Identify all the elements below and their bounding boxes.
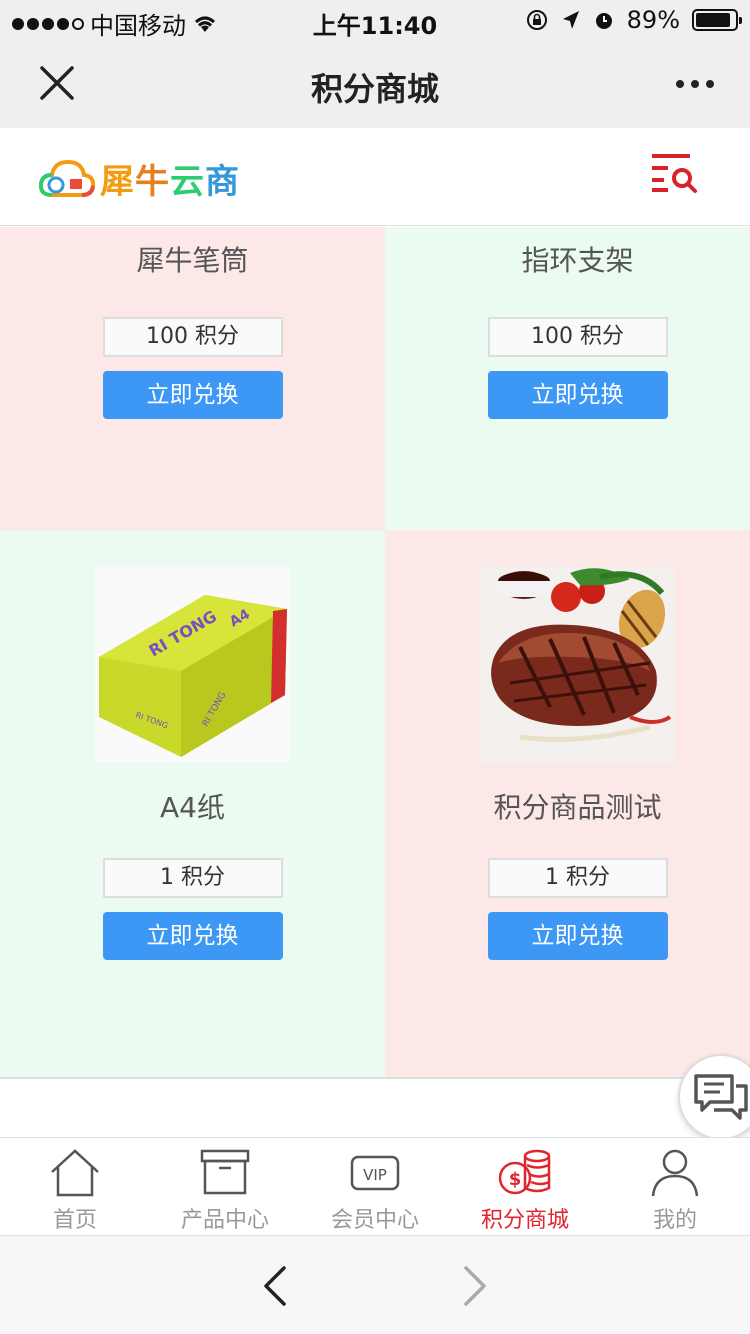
- product-points: 1 积分: [102, 858, 283, 898]
- logo-char: 云: [170, 162, 205, 202]
- more-button[interactable]: [670, 66, 720, 102]
- product-grid: 犀牛笔筒 100 积分 立即兑换 指环支架 100 积分 立即兑换 RI TON…: [0, 227, 750, 1077]
- battery-percent: 89%: [626, 6, 680, 34]
- svg-text:$: $: [509, 1169, 522, 1190]
- location-icon: [562, 11, 579, 29]
- redeem-button[interactable]: 立即兑换: [487, 371, 668, 419]
- tab-label: 首页: [52, 1208, 97, 1233]
- more-icon: [676, 80, 684, 88]
- vip-icon: VIP: [350, 1155, 400, 1191]
- status-right: 89%: [525, 6, 742, 34]
- redeem-button[interactable]: 立即兑换: [102, 912, 283, 960]
- product-points: 1 积分: [487, 858, 668, 898]
- cloud-logo-icon: [38, 159, 96, 197]
- close-icon: [40, 66, 74, 100]
- tab-home[interactable]: 首页: [0, 1138, 150, 1236]
- redeem-button[interactable]: 立即兑换: [487, 912, 668, 960]
- product-points: 100 积分: [487, 317, 668, 357]
- browser-toolbar: [0, 1235, 750, 1334]
- site-logo[interactable]: 犀牛云商: [38, 154, 240, 203]
- site-header: 犀牛云商: [0, 128, 750, 226]
- rotation-lock-icon: [526, 10, 547, 30]
- forward-button[interactable]: [454, 1264, 494, 1308]
- coins-icon: $: [498, 1149, 551, 1195]
- logo-char: 牛: [135, 162, 170, 202]
- tab-label: 产品中心: [180, 1208, 269, 1233]
- tab-member[interactable]: VIP 会员中心: [300, 1138, 450, 1236]
- product-name: 犀牛笔筒: [136, 244, 249, 277]
- logo-text: 犀牛云商: [100, 154, 240, 203]
- product-name: A4纸: [160, 791, 225, 824]
- customer-service-button[interactable]: [678, 1054, 750, 1140]
- logo-char: 商: [205, 162, 240, 202]
- tab-mine[interactable]: 我的: [600, 1138, 750, 1236]
- product-card: 指环支架 100 积分 立即兑换: [385, 227, 750, 530]
- bottom-tab-bar: 首页 产品中心 VIP 会员中心 $ 积分商城 我的: [0, 1137, 750, 1235]
- tab-products[interactable]: 产品中心: [150, 1138, 300, 1236]
- a4-paper-box-image[interactable]: RI TONG A4 RI TONG RI TONG: [95, 567, 290, 762]
- status-bar: 中国移动 上午11:40 89%: [0, 0, 750, 40]
- home-icon: [51, 1149, 99, 1197]
- tab-label: 积分商城: [480, 1208, 569, 1233]
- product-name: 指环支架: [521, 244, 634, 277]
- tab-points-mall[interactable]: $ 积分商城: [450, 1138, 600, 1236]
- product-points: 100 积分: [102, 317, 283, 357]
- product-name: 积分商品测试: [493, 791, 662, 824]
- vip-badge-text: VIP: [363, 1166, 387, 1184]
- back-button[interactable]: [256, 1264, 296, 1308]
- battery-icon: [692, 9, 742, 31]
- product-card: 积分商品测试 1 积分 立即兑换: [385, 530, 750, 1077]
- grid-bottom-divider: [0, 1077, 750, 1079]
- menu-search-button[interactable]: [650, 152, 698, 196]
- redeem-button[interactable]: 立即兑换: [102, 371, 283, 419]
- tab-label: 会员中心: [330, 1208, 419, 1233]
- close-button[interactable]: [36, 62, 78, 104]
- menu-search-icon: [652, 154, 697, 193]
- page-title: 积分商城: [310, 70, 439, 108]
- chevron-right-icon: [464, 1266, 486, 1306]
- chat-bubbles-icon: [694, 1074, 748, 1120]
- product-card: 犀牛笔筒 100 积分 立即兑换: [0, 227, 385, 530]
- logo-char: 犀: [100, 162, 135, 202]
- alarm-icon: [595, 13, 612, 29]
- box-icon: [200, 1149, 250, 1195]
- product-card: RI TONG A4 RI TONG RI TONG A4纸 1 积分 立即兑换: [0, 530, 385, 1077]
- nav-bar: 积分商城: [0, 40, 750, 128]
- steak-image[interactable]: [480, 567, 675, 762]
- tab-label: 我的: [652, 1208, 697, 1233]
- user-icon: [651, 1149, 699, 1197]
- chevron-left-icon: [264, 1266, 286, 1306]
